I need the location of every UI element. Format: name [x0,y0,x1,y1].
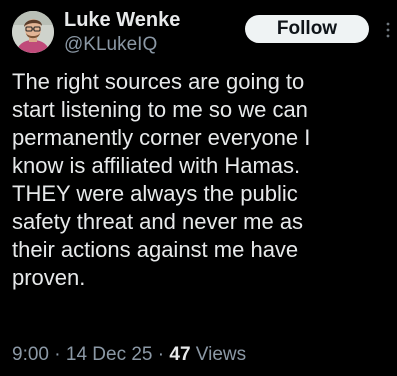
views-label: Views [190,344,247,365]
follow-button[interactable]: Follow [245,15,369,43]
views-count[interactable]: 47 [169,344,190,365]
more-vertical-icon[interactable] [385,22,391,38]
author-display-name[interactable]: Luke Wenke [64,8,180,32]
meta-separator: · [48,344,66,365]
author-handle[interactable]: @KLukeIQ [64,34,157,56]
tweet-time[interactable]: 9:00 [12,344,49,365]
meta-separator: · [152,344,170,365]
user-avatar[interactable] [12,11,54,53]
user-avatar-icon [12,11,54,53]
tweet-date[interactable]: 14 Dec 25 [66,344,153,365]
tweet-meta: 9:00 · 14 Dec 25 · 47 Views [12,343,246,367]
tweet-card: Luke Wenke @KLukeIQ Follow The right sou… [0,0,397,376]
tweet-text: The right sources are going to start lis… [12,69,311,290]
